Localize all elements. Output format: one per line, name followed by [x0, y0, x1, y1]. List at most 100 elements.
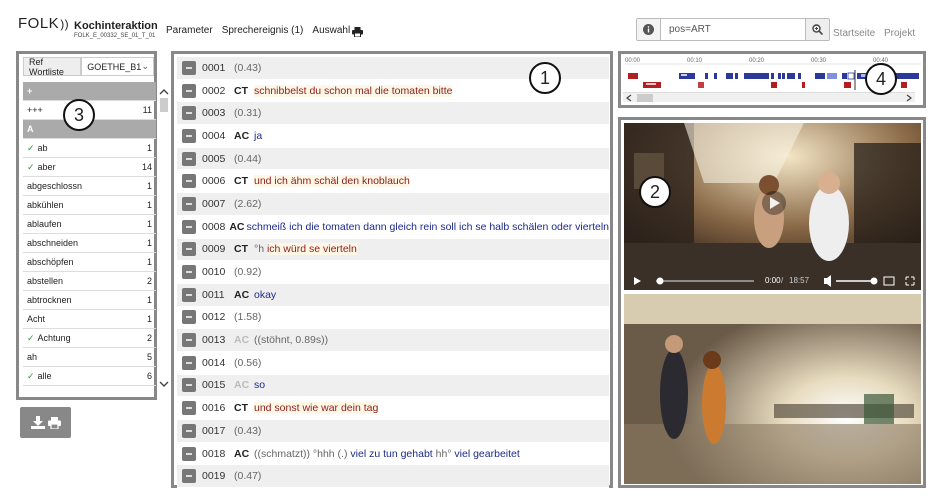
video-player-1[interactable]: 0:00 / 18:57: [624, 123, 921, 290]
transcript-row[interactable]: 0013 AC ((stöhnt, 0.89s)): [177, 329, 609, 352]
link-projekt[interactable]: Projekt: [884, 28, 915, 39]
transcript-row[interactable]: 0014 (0.56): [177, 352, 609, 375]
utterance-fragment[interactable]: ((schmatzt)) °hhh (.): [254, 448, 350, 460]
wordlist-row[interactable]: ✓ Achtung 2: [23, 329, 156, 348]
nav-auswahl[interactable]: Auswahl: [312, 25, 350, 36]
nav-sprechereignis[interactable]: Sprechereignis (1): [222, 25, 304, 36]
wordlist-row[interactable]: ✓ aber 14: [23, 158, 156, 177]
transcript-row[interactable]: 0005 (0.44): [177, 147, 609, 171]
wordlist-row[interactable]: abschöpfen 1: [23, 253, 156, 272]
play-segment-icon[interactable]: [182, 401, 196, 416]
utterance-fragment[interactable]: ((stöhnt, 0.89s)): [254, 334, 328, 346]
play-segment-icon[interactable]: [182, 174, 196, 189]
wordlist-row[interactable]: ✓ alle 6: [23, 367, 156, 386]
transcript-row[interactable]: 0017 (0.43): [177, 420, 609, 443]
transcript-row[interactable]: 0016 CT und sonst wie war dein tag: [177, 397, 609, 420]
transcript-row[interactable]: 0004 AC ja: [177, 125, 609, 148]
transcript-row[interactable]: 0007 (2.62): [177, 193, 609, 216]
utterance-fragment[interactable]: °h: [254, 243, 267, 255]
transcript-row[interactable]: 0010 (0.92): [177, 261, 609, 284]
play-segment-icon[interactable]: [182, 242, 196, 257]
speaker-label[interactable]: CT: [234, 85, 252, 97]
utterance-fragment[interactable]: ja: [254, 130, 262, 142]
wordlist-select[interactable]: GOETHE_B1 ⌄: [81, 57, 154, 76]
wordlist-row[interactable]: abschneiden 1: [23, 234, 156, 253]
page-title: Kochinteraktion: [74, 20, 158, 32]
play-segment-icon[interactable]: [182, 265, 196, 280]
utterance-fragment[interactable]: schmeiß ich die tomaten dann gleich rein…: [247, 221, 609, 233]
play-segment-icon[interactable]: [182, 60, 196, 75]
wordlist-row[interactable]: abtrocknen 1: [23, 291, 156, 310]
utterance-fragment[interactable]: schnibbelst du schon mal die tomaten bit…: [254, 84, 453, 97]
wordlist-row[interactable]: ah 5: [23, 348, 156, 367]
transcript-row[interactable]: 0015 AC so: [177, 374, 609, 398]
play-segment-icon[interactable]: [182, 333, 196, 348]
transcript-row[interactable]: 0008 AC schmeiß ich die tomaten dann gleic…: [177, 216, 609, 239]
utterance-fragment[interactable]: viel zu tun gehabt: [350, 448, 432, 460]
play-segment-icon[interactable]: [182, 219, 196, 234]
utterance-fragment[interactable]: so: [254, 379, 265, 391]
play-segment-icon[interactable]: [182, 151, 196, 166]
play-segment-icon[interactable]: [182, 423, 196, 438]
wordlist-row[interactable]: ✓ ab 1: [23, 139, 156, 158]
speaker-label[interactable]: AC: [234, 130, 252, 142]
wordlist-word: abstellen: [27, 276, 63, 286]
play-segment-icon[interactable]: [182, 378, 196, 393]
utterance-fragment[interactable]: hh°: [433, 448, 455, 460]
play-segment-icon[interactable]: [182, 128, 196, 143]
wordlist-row[interactable]: Acht 1: [23, 310, 156, 329]
folk-logo[interactable]: FOLK)): [18, 15, 69, 32]
magnifier-icon: [812, 24, 823, 35]
utterance-fragment[interactable]: und sonst wie war dein tag: [254, 402, 379, 415]
play-segment-icon[interactable]: [182, 310, 196, 325]
speaker-label[interactable]: AC: [234, 379, 252, 391]
play-segment-icon[interactable]: [182, 469, 196, 484]
wordlist-count: 1: [146, 200, 152, 210]
wordlist-word-text: ah: [27, 352, 38, 362]
speaker-label[interactable]: AC: [234, 448, 252, 460]
utterance-fragment[interactable]: viel gearbeitet: [454, 448, 519, 460]
ref-wordlist-button[interactable]: Ref Wortliste: [23, 57, 82, 77]
play-segment-icon[interactable]: [182, 287, 196, 302]
line-number: 0019: [202, 470, 226, 483]
wordlist-word: A: [27, 124, 34, 134]
download-print-button[interactable]: [20, 407, 71, 438]
search-button[interactable]: [805, 19, 829, 40]
wordlist-row[interactable]: abstellen 2: [23, 272, 156, 291]
play-segment-icon[interactable]: [182, 446, 196, 461]
wordlist-row[interactable]: ablaufen 1: [23, 215, 156, 234]
wordlist-row[interactable]: abkühlen 1: [23, 196, 156, 215]
utterance-fragment[interactable]: okay: [254, 289, 276, 301]
utterance-fragment[interactable]: und ich ähm schäl den knoblauch: [254, 175, 410, 188]
utterance-fragment[interactable]: ich würd se vierteln: [266, 243, 357, 256]
timeline-scrollbar[interactable]: [623, 92, 915, 102]
search-input[interactable]: [661, 19, 805, 40]
speaker-label[interactable]: AC: [234, 289, 252, 301]
wordlist-count: 6: [146, 371, 152, 381]
wordlist-group-header[interactable]: +: [23, 82, 156, 101]
transcript-row[interactable]: 0018 AC ((schmatzt)) °hhh (.) viel zu tun …: [177, 443, 609, 466]
transcript-row[interactable]: 0011 AC okay: [177, 283, 609, 307]
speaker-label[interactable]: CT: [234, 175, 252, 187]
transcript-row[interactable]: 0019 (0.47): [177, 465, 609, 489]
transcript-row[interactable]: 0006 CT und ich ähm schäl den knoblauch: [177, 170, 609, 194]
speaker-label[interactable]: CT: [234, 243, 252, 255]
video-player-2[interactable]: [624, 294, 921, 484]
speaker-label[interactable]: AC: [229, 221, 244, 233]
wordlist-row[interactable]: abgeschlossn 1: [23, 177, 156, 196]
transcript-row[interactable]: 0003 (0.31): [177, 102, 609, 126]
play-segment-icon[interactable]: [182, 106, 196, 121]
transcript-row[interactable]: 0012 (1.58): [177, 307, 609, 330]
pause-duration: (2.62): [234, 197, 262, 210]
link-startseite[interactable]: Startseite: [833, 28, 875, 39]
speaker-label[interactable]: AC: [234, 334, 252, 346]
play-segment-icon[interactable]: [182, 196, 196, 211]
print-icon[interactable]: [352, 27, 363, 40]
nav-parameter[interactable]: Parameter: [166, 25, 213, 36]
play-segment-icon[interactable]: [182, 355, 196, 370]
speaker-label[interactable]: CT: [234, 402, 252, 414]
transcript-row[interactable]: 0009 CT °h ich würd se vierteln: [177, 238, 609, 262]
info-icon[interactable]: [637, 19, 661, 40]
wordlist-scrollbar[interactable]: [158, 86, 170, 390]
play-segment-icon[interactable]: [182, 83, 196, 98]
